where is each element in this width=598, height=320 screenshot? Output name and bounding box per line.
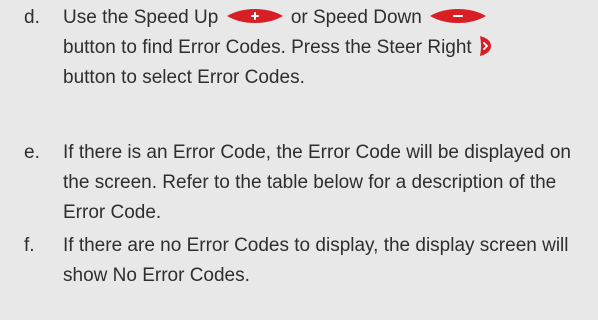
- step-text-part: button to find Error Codes. Press the St…: [63, 37, 472, 58]
- step-text: If there is an Error Code, the Error Cod…: [63, 142, 571, 223]
- step-marker: e.: [24, 142, 40, 163]
- step-text-part: or Speed Down: [290, 7, 422, 28]
- step-text-part: Use the Speed Up: [63, 7, 219, 28]
- step-text-part: button to select Error Codes.: [63, 67, 305, 88]
- step-marker: f.: [24, 235, 35, 256]
- speed-down-button-icon: [428, 8, 488, 24]
- step-marker: d.: [24, 7, 40, 28]
- step-text: If there are no Error Codes to display, …: [63, 235, 569, 286]
- step-text: Use the Speed Up or Speed Down button to…: [63, 3, 598, 93]
- instruction-steps: d. Use the Speed Up or Speed Down button…: [0, 0, 598, 320]
- steer-right-button-icon: [478, 35, 492, 57]
- speed-up-button-icon: [225, 8, 285, 24]
